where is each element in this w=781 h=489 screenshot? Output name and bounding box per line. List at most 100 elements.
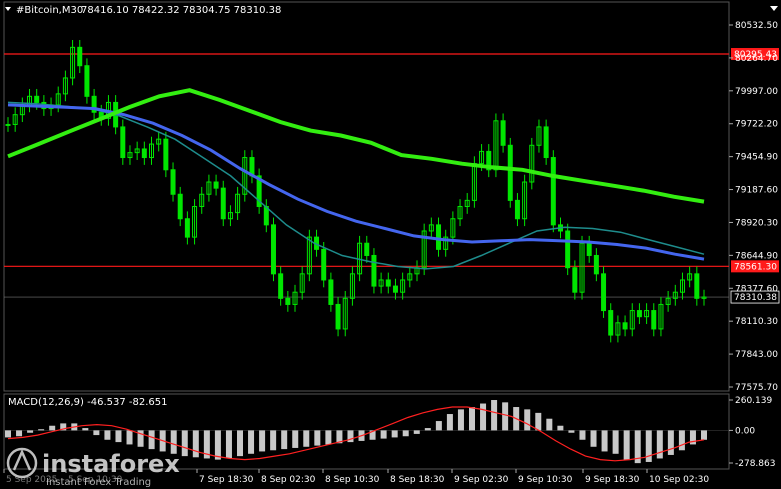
price-tick-label: 78920.30: [735, 218, 778, 228]
candle-body: [270, 224, 276, 275]
candle-body: [572, 267, 578, 293]
candle-body: [500, 120, 506, 146]
ohlc-values: 78416.10 78422.32 78304.75 78310.38: [81, 5, 281, 16]
candle-body: [507, 144, 513, 201]
macd-bar: [126, 430, 133, 445]
price-tick-label: 79997.00: [735, 87, 778, 97]
macd-bar: [656, 430, 663, 459]
macd-bar: [623, 430, 630, 460]
macd-bar: [701, 430, 707, 440]
macd-bar: [568, 430, 575, 433]
candle-body: [586, 242, 592, 256]
macd-bar: [104, 430, 111, 440]
macd-tick-label: 0.00: [735, 426, 755, 436]
time-tick-label: 9 Sep 18:30: [585, 475, 640, 485]
time-tick-label: 9 Sep 02:30: [454, 475, 509, 485]
candle-body: [550, 157, 556, 226]
candle-body: [213, 181, 219, 189]
candle-body: [5, 123, 11, 126]
price-tick-label: 80532.50: [735, 21, 778, 31]
macd-bar: [49, 425, 56, 431]
candle-body: [34, 95, 40, 103]
candle-body: [593, 254, 599, 275]
macd-bar: [214, 430, 221, 460]
candle-body: [328, 279, 334, 305]
macd-bar: [469, 407, 475, 431]
macd-bar: [259, 430, 266, 452]
macd-bar: [502, 402, 509, 431]
macd-bar: [557, 425, 564, 431]
macd-bar: [181, 430, 188, 457]
price-tick-label: 77843.00: [735, 350, 778, 360]
watermark-tagline: Instant Forex Trading: [46, 477, 151, 488]
candle-body: [278, 273, 284, 299]
macd-bar: [237, 430, 243, 457]
horizontal-line-label-1: 78561.30: [734, 262, 777, 272]
macd-bar: [82, 428, 89, 431]
macd-bar: [27, 430, 34, 433]
candle-body: [84, 65, 90, 97]
candle-body: [565, 230, 571, 269]
candle-body: [184, 218, 190, 238]
candle-body: [651, 310, 657, 330]
time-tick-label: 8 Sep 18:30: [390, 475, 445, 485]
macd-bar: [115, 430, 122, 443]
candle-body: [392, 285, 398, 293]
time-tick-label: 7 Sep 18:30: [199, 475, 254, 485]
candle-body: [514, 199, 520, 220]
candle-body: [170, 169, 176, 195]
candle-body: [636, 310, 642, 318]
macd-bar: [391, 430, 398, 438]
time-tick-label: 8 Sep 10:30: [325, 475, 380, 485]
macd-bar: [281, 430, 288, 450]
macd-bar: [270, 430, 277, 451]
time-tick-label: 8 Sep 02:30: [261, 475, 316, 485]
symbol-label: #Bitcoin,M30: [16, 5, 83, 16]
candle-body: [622, 322, 628, 330]
candle-body: [543, 126, 549, 159]
macd-bar: [248, 430, 255, 454]
macd-bar: [303, 430, 310, 447]
macd-tick-label: 260.139: [735, 396, 772, 406]
candle-body: [364, 242, 370, 256]
price-tick-label: 79722.20: [735, 120, 778, 130]
price-tick-label: 79187.60: [735, 186, 778, 196]
candle-body: [436, 224, 442, 250]
macd-bar: [225, 430, 232, 459]
macd-bar: [457, 409, 464, 431]
time-tick-label: 9 Sep 10:30: [518, 475, 573, 485]
macd-bar: [667, 430, 674, 455]
time-tick-label: 10 Sep 02:30: [649, 475, 709, 485]
macd-bar: [314, 430, 321, 446]
price-tick-label: 78377.60: [735, 284, 778, 294]
candle-body: [77, 46, 83, 67]
macd-bar: [5, 430, 11, 438]
macd-bar: [192, 430, 199, 458]
macd-bar: [590, 430, 597, 447]
candle-body: [220, 187, 226, 220]
price-tick-label: 77575.70: [735, 383, 778, 393]
candle-body: [163, 138, 169, 171]
macd-bar: [579, 430, 586, 440]
candle-body: [335, 303, 341, 330]
macd-bar: [380, 430, 387, 439]
price-tick-label: 78110.30: [735, 317, 778, 327]
price-chart[interactable]: 80295.4378561.3078310.38 80532.5080264.7…: [0, 0, 781, 489]
macd-bar: [435, 421, 442, 431]
macd-bar: [678, 430, 685, 451]
macd-bar: [16, 430, 23, 437]
macd-bar: [601, 430, 608, 452]
macd-bar: [93, 430, 100, 436]
macd-bar: [424, 428, 431, 431]
candle-body: [694, 273, 700, 299]
macd-bar: [546, 418, 553, 431]
watermark-brand: instaforex: [42, 450, 180, 478]
candle-body: [321, 248, 327, 281]
candle-body: [601, 273, 607, 312]
macd-bar: [535, 412, 542, 431]
candle-body: [120, 126, 126, 159]
macd-bar: [402, 430, 409, 437]
macd-bar: [446, 414, 453, 431]
macd-bar: [148, 430, 155, 450]
candle-body: [371, 254, 377, 287]
